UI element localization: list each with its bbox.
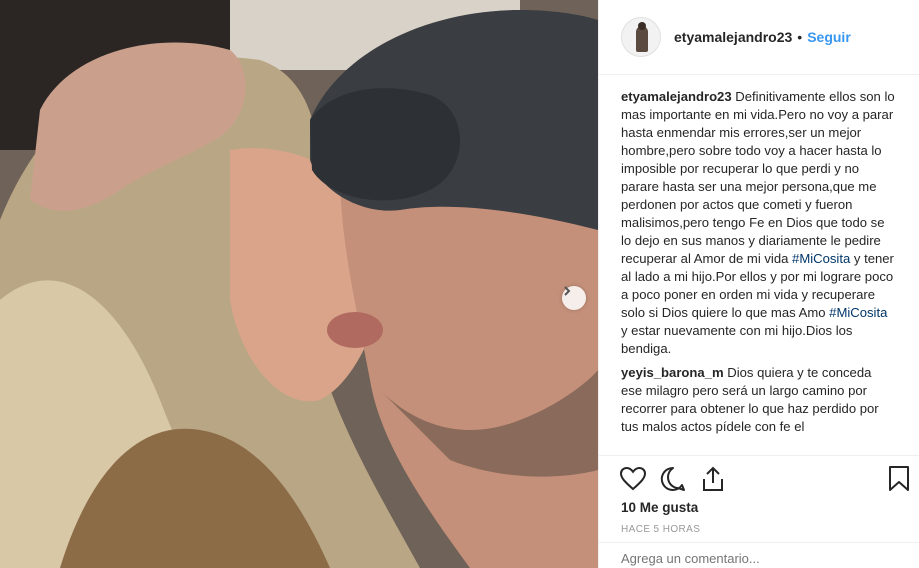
action-bar [599,455,919,503]
comment-username[interactable]: etyamalejandro23 [621,89,732,104]
comment-username[interactable]: yeyis_barona_m [621,365,724,380]
like-button[interactable] [619,465,647,493]
hashtag-link[interactable]: #MiCosita [829,305,887,320]
chevron-right-icon [564,286,571,296]
heart-icon [619,466,647,491]
comment-icon [660,466,685,491]
comment-text: Definitivamente ellos son lo mas importa… [621,89,895,266]
comment-input[interactable] [621,551,901,566]
bookmark-icon [889,466,909,491]
post-photo[interactable] [0,0,598,568]
username-link[interactable]: etyamalejandro23 [674,29,792,45]
likes-count[interactable]: 10 Me gusta [621,500,698,515]
hashtag-link[interactable]: #MiCosita [792,251,850,266]
caption-comment: etyamalejandro23 Definitivamente ellos s… [621,88,896,358]
separator-dot: • [797,29,803,45]
comment-text: y estar nuevamente con mi hijo.Dios los … [621,323,853,356]
avatar[interactable] [621,17,661,57]
list-item: yeyis_barona_m Dios quiera y te conceda … [621,364,896,436]
post-timestamp[interactable]: HACE 5 HORAS [621,524,700,535]
add-comment-bar [599,542,919,568]
follow-button[interactable]: Seguir [807,29,851,45]
post-sidebar: etyamalejandro23 • Seguir etyamalejandro… [598,0,919,568]
comment-button[interactable] [659,465,687,493]
photo-illustration [0,0,598,568]
share-icon [703,466,723,491]
share-button[interactable] [699,465,727,493]
post-header: etyamalejandro23 • Seguir [599,0,919,75]
comments-list[interactable]: etyamalejandro23 Definitivamente ellos s… [621,88,896,454]
save-button[interactable] [885,465,913,493]
next-photo-button[interactable] [562,286,586,310]
